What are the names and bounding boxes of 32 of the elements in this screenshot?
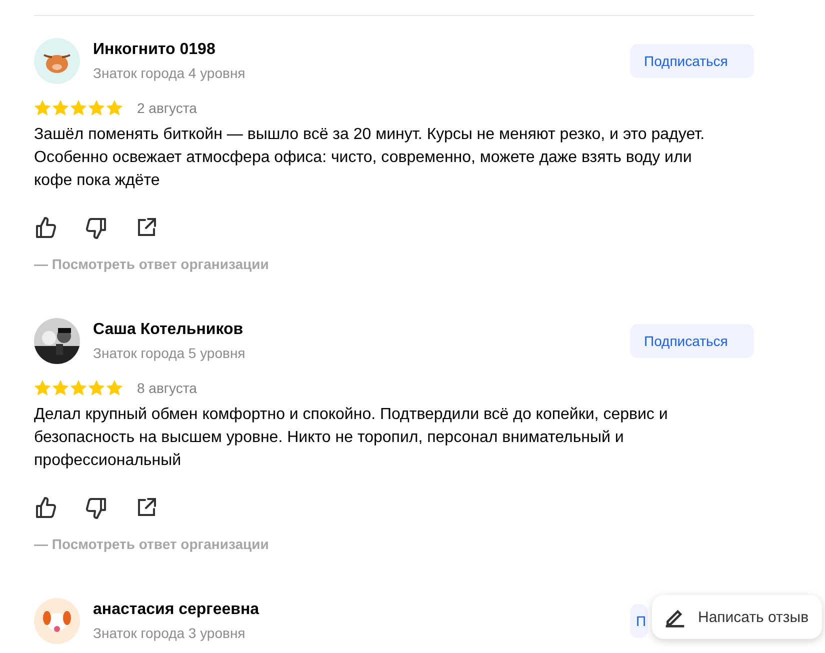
thumbs-down-icon[interactable]	[84, 216, 108, 240]
review-date: 8 августа	[137, 380, 197, 396]
star-icon	[52, 100, 69, 116]
author-name[interactable]: Саша Котельников	[93, 319, 630, 341]
thumbs-up-icon[interactable]	[34, 216, 58, 240]
author-name[interactable]: анастасия сергеевна	[93, 599, 630, 621]
star-icon	[88, 100, 105, 116]
view-reply-link[interactable]: — Посмотреть ответ организации	[34, 536, 269, 552]
review-text: Делал крупный обмен комфортно и спокойно. Подтвердили всё до копейки, сервис и безопасность на высшем уровне. Никто не торопил, персонал внимательный и профессиональный	[34, 405, 669, 471]
write-review-button[interactable]: Написать отзыв	[652, 595, 822, 639]
review-date: 2 августа	[137, 100, 197, 116]
subscribe-button[interactable]: Подписаться	[630, 324, 754, 358]
author-level: Знаток города 3 уровня	[93, 624, 246, 643]
star-icon	[70, 380, 87, 396]
author-name[interactable]: Инкогнито 0198	[93, 39, 630, 61]
star-icon	[88, 380, 105, 396]
thumbs-down-icon[interactable]	[84, 496, 108, 520]
thumbs-up-icon[interactable]	[34, 496, 58, 520]
subscribe-button[interactable]: П	[630, 604, 648, 638]
review-text: Зашёл поменять биткойн — вышло всё за 20 минут. Курсы не меняют резко, и это радует. Особенно освежает атмосфера офиса: чисто, современно, можете даже взять воду или кофе пока ждёте	[34, 125, 706, 191]
star-icon	[106, 100, 123, 116]
author-level: Знаток города 4 уровня	[93, 64, 246, 83]
subscribe-button[interactable]: Подписаться	[630, 44, 754, 78]
view-reply-link[interactable]: — Посмотреть ответ организации	[34, 256, 269, 272]
avatar-icon	[34, 38, 80, 84]
star-icon	[70, 100, 87, 116]
star-icon	[34, 100, 51, 116]
star-icon	[106, 380, 123, 396]
author-level: Знаток города 5 уровня	[93, 344, 246, 363]
avatar-icon	[34, 598, 80, 644]
star-icon	[34, 380, 51, 396]
star-icon	[52, 380, 69, 396]
